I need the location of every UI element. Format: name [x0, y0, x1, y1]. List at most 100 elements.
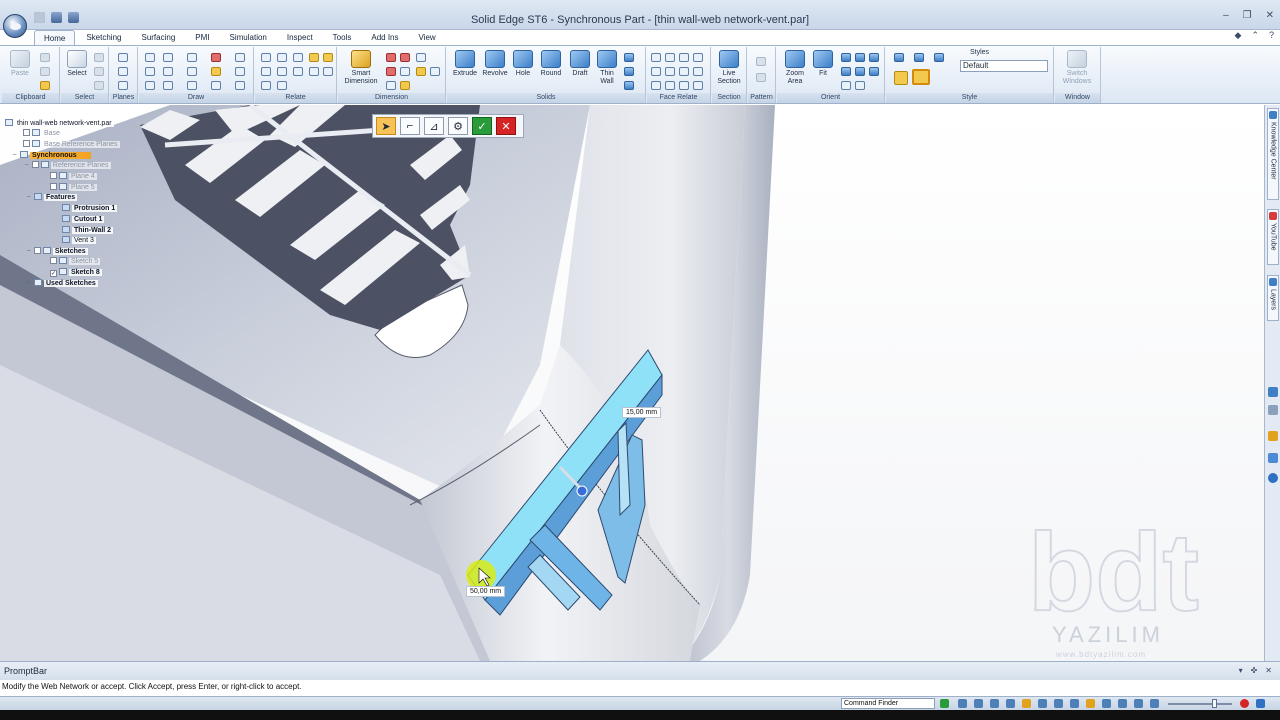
select-options-icon[interactable] — [94, 67, 104, 76]
tree-item-sketches[interactable]: − Sketches — [25, 247, 88, 256]
steering-wheel-origin[interactable] — [576, 485, 588, 497]
parallel-icon[interactable] — [293, 67, 303, 76]
shaded-status-icon[interactable] — [1086, 699, 1095, 708]
go-icon[interactable] — [940, 699, 949, 708]
extrude-button[interactable]: Extrude — [449, 50, 481, 78]
plane-icon[interactable] — [118, 53, 128, 62]
horizontal-vertical-icon[interactable] — [261, 67, 271, 76]
tree-item-thin-wall-2[interactable]: Thin-Wall 2 — [62, 226, 114, 235]
fillet-icon[interactable] — [187, 67, 197, 76]
zoom-slider-thumb[interactable] — [1212, 699, 1217, 708]
tab-add-ins[interactable]: Add Ins — [362, 30, 407, 45]
youtube-tab[interactable]: YouTube — [1267, 209, 1279, 265]
expand-icon[interactable]: + — [25, 280, 32, 288]
restore-button[interactable]: ❐ — [1243, 10, 1252, 21]
command-finder-input[interactable]: Command Finder — [841, 698, 935, 709]
knowledge-center-tab[interactable]: Knowledge Center — [1267, 108, 1279, 200]
angle-between-icon[interactable] — [400, 53, 410, 62]
sketch-view-status-icon[interactable] — [1070, 699, 1079, 708]
dimension-group-icon[interactable] — [400, 81, 410, 90]
tab-view[interactable]: View — [410, 30, 445, 45]
tree-item-reference-planes[interactable]: − Reference Planes — [23, 161, 111, 170]
fit-button[interactable]: Fit — [807, 50, 839, 78]
spline-icon[interactable] — [187, 81, 197, 90]
zoom-icon[interactable] — [841, 53, 851, 62]
layers-tab[interactable]: Layers — [1267, 275, 1279, 321]
tree-item-base[interactable]: Base — [23, 129, 62, 138]
copy-icon[interactable] — [40, 67, 50, 76]
line-icon[interactable] — [145, 53, 155, 62]
styles-dropdown[interactable]: Default — [960, 60, 1048, 72]
connect-icon[interactable] — [261, 53, 271, 62]
dock-properties-icon[interactable] — [1268, 453, 1278, 463]
dimension-axis-icon[interactable] — [416, 67, 426, 76]
select-tools-icon[interactable] — [94, 81, 104, 90]
rotate-icon[interactable] — [211, 81, 221, 90]
parallel-face-icon[interactable] — [651, 67, 661, 76]
checkbox-base[interactable] — [23, 129, 30, 136]
tree-item-used-sketches[interactable]: + Used Sketches — [25, 279, 98, 288]
prompt-close-icon[interactable]: ✕ — [1265, 662, 1272, 680]
tree-item-plane-4[interactable]: Plane 4 — [50, 172, 97, 181]
select-button[interactable]: Select — [61, 50, 93, 78]
section-status-icon[interactable] — [1102, 699, 1111, 708]
tree-item-vent-3[interactable]: Vent 3 — [62, 236, 96, 245]
spin-icon[interactable] — [855, 67, 865, 76]
perpendicular-face-icon[interactable] — [665, 67, 675, 76]
scale-icon[interactable] — [235, 81, 245, 90]
relationship-handles-icon[interactable] — [323, 53, 333, 62]
checkbox-sketches[interactable] — [33, 247, 41, 254]
round-button[interactable]: Round — [535, 50, 567, 78]
coaxial-icon[interactable] — [665, 53, 675, 62]
collinear-icon[interactable] — [277, 67, 287, 76]
show-status-icon[interactable] — [1150, 699, 1159, 708]
collapse-icon[interactable]: − — [25, 248, 32, 256]
rectangle-icon[interactable] — [145, 67, 155, 76]
tab-simulation[interactable]: Simulation — [221, 30, 276, 45]
thickness-dimension-value[interactable]: 15,00 mm — [622, 407, 662, 418]
previous-view-icon[interactable] — [841, 81, 851, 90]
tab-tools[interactable]: Tools — [324, 30, 361, 45]
coordinate-system-icon[interactable] — [118, 81, 128, 90]
symmetric-face-icon[interactable] — [679, 67, 689, 76]
angular-coordinate-icon[interactable] — [400, 67, 410, 76]
checkbox-reference-planes[interactable] — [31, 161, 39, 168]
tab-sketching[interactable]: Sketching — [77, 30, 130, 45]
concentric-face-icon[interactable] — [693, 53, 703, 62]
tree-item-protrusion-1[interactable]: Protrusion 1 — [62, 204, 118, 213]
status-help-icon[interactable] — [1256, 699, 1265, 708]
minimize-ribbon-icon[interactable]: ⌃ — [1251, 30, 1259, 41]
mirror-feature-icon[interactable] — [756, 73, 766, 82]
offset-icon[interactable] — [235, 53, 245, 62]
accept-button[interactable]: ✓ — [472, 117, 492, 135]
zoom-slider-track[interactable] — [1168, 703, 1232, 705]
offset-face-icon[interactable] — [679, 81, 689, 90]
collapse-icon[interactable]: − — [25, 194, 32, 202]
text-icon[interactable] — [430, 67, 440, 76]
tree-item-sketch-5[interactable]: Sketch 5 — [50, 257, 101, 266]
fit-status-icon[interactable] — [990, 699, 999, 708]
arc-icon[interactable] — [163, 53, 173, 62]
coplanar-icon[interactable] — [651, 53, 661, 62]
checkbox-sketch-8[interactable]: ✓ — [50, 270, 57, 277]
add-body-icon[interactable] — [624, 81, 634, 90]
format-icon[interactable] — [40, 81, 50, 90]
polygon-icon[interactable] — [163, 67, 173, 76]
thin-wall-button[interactable]: Thin Wall — [591, 50, 623, 86]
view-iso-icon[interactable] — [894, 53, 904, 62]
checkbox-sketch-5[interactable] — [50, 257, 57, 264]
draw-curves-icon[interactable]: ⌐ — [400, 117, 420, 135]
tab-surfacing[interactable]: Surfacing — [132, 30, 184, 45]
plane-offset-icon[interactable] — [118, 67, 128, 76]
help-diamond-icon[interactable]: ◆ — [1235, 30, 1242, 41]
dock-family-icon[interactable] — [1268, 405, 1278, 415]
lock-icon[interactable] — [309, 53, 319, 62]
shaded-icon[interactable] — [894, 71, 908, 85]
zoom-status-icon[interactable] — [974, 699, 983, 708]
symmetric-diameter-icon[interactable] — [386, 67, 396, 76]
sketch-view-icon[interactable] — [869, 67, 879, 76]
pan-status-icon[interactable] — [1006, 699, 1015, 708]
minimize-button[interactable]: – — [1223, 10, 1229, 21]
tab-home[interactable]: Home — [34, 30, 76, 45]
web-network-icon[interactable] — [624, 67, 634, 76]
